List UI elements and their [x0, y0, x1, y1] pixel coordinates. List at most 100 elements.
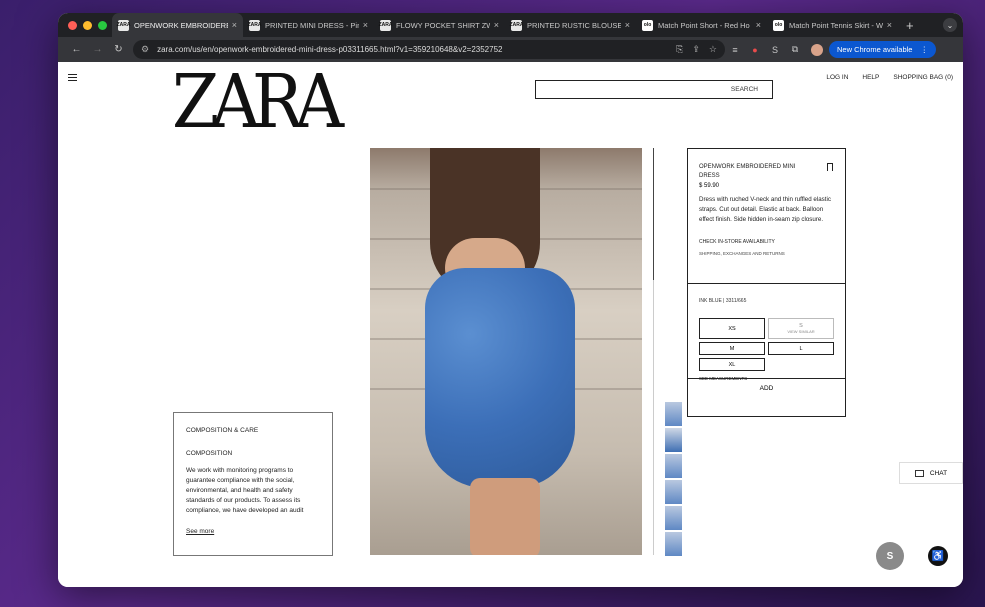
browser-tab[interactable]: olo Match Point Short - Red Ho ×	[636, 13, 767, 37]
size-xl-button[interactable]: XL	[699, 358, 765, 371]
shipping-link[interactable]: SHIPPING, EXCHANGES AND RETURNS	[699, 251, 834, 256]
assistant-s-icon[interactable]: S	[876, 542, 904, 570]
image-scroll-indicator	[653, 148, 654, 280]
bookmark-icon[interactable]	[827, 163, 833, 171]
web-page: ZARA SEARCH LOG IN HELP SHOPPING BAG (0)	[58, 62, 963, 587]
product-thumbnail[interactable]	[665, 506, 682, 530]
help-link[interactable]: HELP	[862, 74, 879, 81]
tab-title: PRINTED RUSTIC BLOUSE	[527, 20, 621, 30]
new-chrome-available-button[interactable]: New Chrome available ⋮	[829, 41, 936, 58]
reload-icon[interactable]: ↻	[108, 44, 129, 55]
maximize-window-button[interactable]	[98, 20, 107, 30]
browser-tab[interactable]: ZARA PRINTED RUSTIC BLOUSE ×	[505, 13, 636, 37]
size-l-button[interactable]: L	[768, 342, 834, 355]
product-thumbnail[interactable]	[665, 480, 682, 504]
accessibility-icon[interactable]: ♿	[928, 546, 948, 566]
share-icon[interactable]: ⇪	[692, 44, 700, 55]
browser-tab[interactable]: olo Match Point Tennis Skirt - W ×	[767, 13, 898, 37]
site-info-icon[interactable]: ⚙	[141, 44, 149, 55]
product-name: OPENWORK EMBROIDERED MINI DRESS	[699, 164, 796, 179]
composition-subheading: COMPOSITION	[186, 450, 233, 457]
product-thumbnail[interactable]	[665, 428, 682, 452]
chat-label: CHAT	[929, 469, 948, 477]
bookmark-star-icon[interactable]: ☆	[709, 44, 717, 55]
add-label: ADD	[759, 384, 774, 392]
add-to-bag-button[interactable]: ADD	[688, 378, 845, 397]
tab-title: OPENWORK EMBROIDERED	[134, 20, 228, 30]
extension-red-icon[interactable]: ●	[745, 45, 765, 55]
product-thumbnail[interactable]	[665, 532, 682, 556]
size-l-label: L	[799, 345, 803, 352]
see-more-link[interactable]: See more	[186, 528, 320, 535]
product-price: $ 59.90	[699, 183, 720, 189]
window-controls	[58, 20, 112, 30]
tab-search-icon[interactable]: ⌄	[943, 18, 957, 32]
browser-tab[interactable]: ZARA FLOWY POCKET SHIRT ZW ×	[374, 13, 505, 37]
size-xs-label: XS	[728, 325, 736, 332]
size-xl-label: XL	[728, 361, 736, 368]
close-tab-icon[interactable]: ×	[887, 20, 892, 30]
close-tab-icon[interactable]: ×	[363, 20, 368, 30]
profile-avatar[interactable]	[811, 43, 823, 56]
new-tab-button[interactable]: +	[898, 18, 914, 33]
tab-title: Match Point Short - Red Ho	[658, 20, 750, 30]
composition-body: We work with monitoring programs to guar…	[186, 467, 304, 514]
login-link[interactable]: LOG IN	[826, 74, 848, 81]
close-tab-icon[interactable]: ×	[494, 20, 499, 30]
install-icon[interactable]: ⎘	[676, 44, 683, 55]
back-icon[interactable]: ←	[66, 44, 87, 55]
tab-favicon: ZARA	[379, 19, 392, 31]
close-tab-icon[interactable]: ×	[756, 20, 761, 30]
color-reference: INK BLUE | 3311/665	[699, 298, 747, 304]
product-details: OPENWORK EMBROIDERED MINI DRESS $ 59.90 …	[688, 149, 845, 284]
image-scroll-track	[653, 280, 654, 555]
extensions-puzzle-icon[interactable]: ⧉	[785, 44, 805, 55]
product-info-panel: OPENWORK EMBROIDERED MINI DRESS $ 59.90 …	[687, 148, 846, 417]
tab-title: Match Point Tennis Skirt - W	[789, 20, 883, 30]
top-navigation: LOG IN HELP SHOPPING BAG (0)	[826, 74, 953, 81]
size-xs-button[interactable]: XS	[699, 318, 765, 339]
tab-favicon: ZARA	[510, 19, 523, 31]
new-chrome-label: New Chrome available	[837, 45, 913, 54]
close-tab-icon[interactable]: ×	[232, 20, 237, 30]
composition-heading: COMPOSITION & CARE	[186, 427, 259, 434]
forward-icon[interactable]: →	[87, 44, 108, 55]
hamburger-menu-icon[interactable]	[68, 74, 77, 83]
tab-favicon: ZARA	[248, 19, 261, 31]
tab-favicon: olo	[642, 19, 653, 31]
product-thumbnail[interactable]	[665, 454, 682, 478]
browser-window: ZARA OPENWORK EMBROIDERED × ZARA PRINTED…	[58, 13, 963, 587]
close-tab-icon[interactable]: ×	[625, 20, 630, 30]
minimize-window-button[interactable]	[83, 20, 92, 30]
tab-title: FLOWY POCKET SHIRT ZW	[396, 20, 490, 30]
chat-button[interactable]: CHAT	[899, 462, 963, 484]
zara-logo[interactable]: ZARA	[172, 65, 344, 139]
extension-s-icon[interactable]: S	[765, 45, 785, 55]
address-bar[interactable]: ⚙ zara.com/us/en/openwork-embroidered-mi…	[133, 40, 725, 59]
size-m-button[interactable]: M	[699, 342, 765, 355]
search-input[interactable]: SEARCH	[535, 80, 773, 99]
product-main-image[interactable]	[370, 148, 642, 555]
size-selector: INK BLUE | 3311/665 XS S VIEW SIMILAR M …	[688, 284, 845, 397]
tab-title: PRINTED MINI DRESS - Pink	[265, 20, 359, 30]
product-thumbnail[interactable]	[665, 402, 682, 426]
tab-strip: ZARA OPENWORK EMBROIDERED × ZARA PRINTED…	[58, 13, 963, 37]
product-description: Dress with ruched V-neck and thin ruffle…	[699, 196, 831, 223]
tab-favicon: olo	[773, 19, 784, 31]
tab-favicon: ZARA	[117, 19, 130, 31]
size-s-button[interactable]: S VIEW SIMILAR	[768, 318, 834, 339]
size-grid: XS S VIEW SIMILAR M L XL	[699, 318, 834, 371]
url-text: zara.com/us/en/openwork-embroidered-mini…	[157, 45, 503, 54]
browser-tab[interactable]: ZARA OPENWORK EMBROIDERED ×	[112, 13, 243, 37]
size-m-label: M	[729, 345, 735, 352]
reading-list-icon[interactable]: ≡	[725, 45, 745, 55]
shopping-bag-link[interactable]: SHOPPING BAG (0)	[893, 74, 953, 81]
check-store-link[interactable]: CHECK IN-STORE AVAILABILITY	[699, 239, 834, 245]
close-window-button[interactable]	[68, 20, 77, 30]
view-similar-label: VIEW SIMILAR	[787, 328, 815, 334]
kebab-menu-icon: ⋮	[920, 45, 928, 54]
browser-tab[interactable]: ZARA PRINTED MINI DRESS - Pink ×	[243, 13, 374, 37]
chat-bubble-icon	[914, 469, 924, 477]
composition-care-panel: COMPOSITION & CARE COMPOSITION We work w…	[173, 412, 333, 556]
thumbnail-strip	[665, 402, 682, 558]
